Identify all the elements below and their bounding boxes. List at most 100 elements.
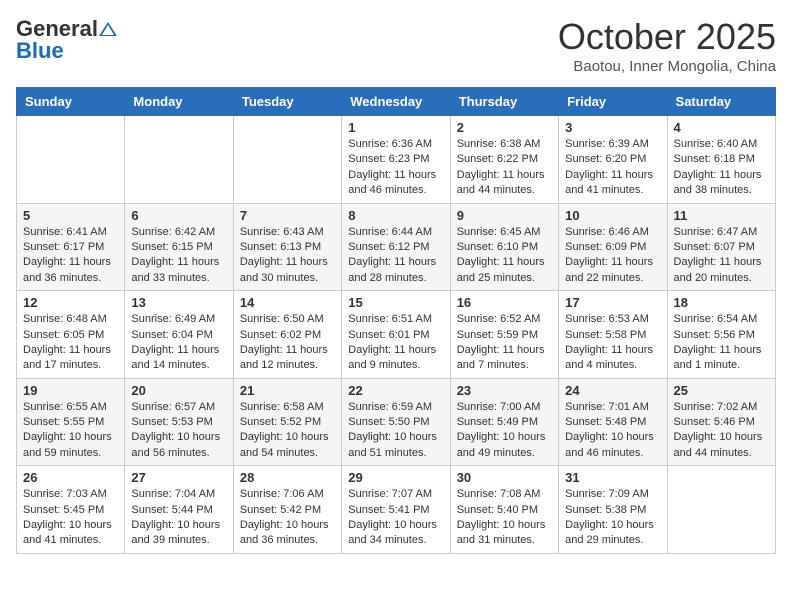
- day-number: 25: [674, 383, 769, 398]
- calendar-cell: 23 Sunrise: 7:00 AMSunset: 5:49 PMDayligh…: [450, 378, 558, 466]
- month-title: October 2025: [558, 16, 776, 58]
- calendar-cell: 17 Sunrise: 6:53 AMSunset: 5:58 PMDayligh…: [559, 291, 667, 379]
- calendar-cell: 20 Sunrise: 6:57 AMSunset: 5:53 PMDayligh…: [125, 378, 233, 466]
- day-number: 23: [457, 383, 552, 398]
- calendar-week-row: 12 Sunrise: 6:48 AMSunset: 6:05 PMDayligh…: [17, 291, 776, 379]
- day-number: 18: [674, 295, 769, 310]
- day-info: Sunrise: 6:50 AMSunset: 6:02 PMDaylight:…: [240, 312, 335, 374]
- calendar-cell: [233, 116, 341, 204]
- calendar-cell: [667, 466, 775, 554]
- calendar-header-row: Sunday Monday Tuesday Wednesday Thursday…: [17, 88, 776, 116]
- calendar-cell: 25 Sunrise: 7:02 AMSunset: 5:46 PMDayligh…: [667, 378, 775, 466]
- day-info: Sunrise: 6:48 AMSunset: 6:05 PMDaylight:…: [23, 312, 118, 374]
- calendar-week-row: 19 Sunrise: 6:55 AMSunset: 5:55 PMDayligh…: [17, 378, 776, 466]
- calendar-cell: 1Sunrise: 6:36 AMSunset: 6:23 PMDaylight…: [342, 116, 450, 204]
- calendar-cell: 4 Sunrise: 6:40 AMSunset: 6:18 PMDaylight…: [667, 116, 775, 204]
- day-info: Sunrise: 7:07 AMSunset: 5:41 PMDaylight:…: [348, 487, 443, 549]
- calendar-cell: 7 Sunrise: 6:43 AMSunset: 6:13 PMDaylight…: [233, 203, 341, 291]
- calendar-cell: 19 Sunrise: 6:55 AMSunset: 5:55 PMDayligh…: [17, 378, 125, 466]
- calendar-cell: 29 Sunrise: 7:07 AMSunset: 5:41 PMDayligh…: [342, 466, 450, 554]
- day-info: Sunrise: 7:06 AMSunset: 5:42 PMDaylight:…: [240, 487, 335, 549]
- calendar-cell: 14Sunrise: 6:50 AMSunset: 6:02 PMDayligh…: [233, 291, 341, 379]
- day-info: Sunrise: 7:01 AMSunset: 5:48 PMDaylight:…: [565, 400, 660, 462]
- day-number: 17: [565, 295, 660, 310]
- day-number: 30: [457, 470, 552, 485]
- day-info: Sunrise: 6:38 AMSunset: 6:22 PMDaylight:…: [457, 137, 552, 199]
- day-info: Sunrise: 6:46 AMSunset: 6:09 PMDaylight:…: [565, 225, 660, 287]
- day-number: 8: [348, 208, 443, 223]
- day-info: Sunrise: 6:59 AMSunset: 5:50 PMDaylight:…: [348, 400, 443, 462]
- day-info: Sunrise: 6:49 AMSunset: 6:04 PMDaylight:…: [131, 312, 226, 374]
- calendar-cell: 24 Sunrise: 7:01 AMSunset: 5:48 PMDayligh…: [559, 378, 667, 466]
- day-info: Sunrise: 6:55 AMSunset: 5:55 PMDaylight:…: [23, 400, 118, 462]
- day-number: 7: [240, 208, 335, 223]
- subtitle: Baotou, Inner Mongolia, China: [558, 58, 776, 75]
- calendar-cell: 21Sunrise: 6:58 AMSunset: 5:52 PMDayligh…: [233, 378, 341, 466]
- day-number: 13: [131, 295, 226, 310]
- day-number: 3: [565, 120, 660, 135]
- calendar-week-row: 1Sunrise: 6:36 AMSunset: 6:23 PMDaylight…: [17, 116, 776, 204]
- calendar-cell: 10 Sunrise: 6:46 AMSunset: 6:09 PMDayligh…: [559, 203, 667, 291]
- day-number: 27: [131, 470, 226, 485]
- calendar-cell: 6Sunrise: 6:42 AMSunset: 6:15 PMDaylight…: [125, 203, 233, 291]
- calendar-week-row: 5 Sunrise: 6:41 AMSunset: 6:17 PMDaylight…: [17, 203, 776, 291]
- day-info: Sunrise: 6:57 AMSunset: 5:53 PMDaylight:…: [131, 400, 226, 462]
- day-info: Sunrise: 7:02 AMSunset: 5:46 PMDaylight:…: [674, 400, 769, 462]
- day-number: 12: [23, 295, 118, 310]
- day-info: Sunrise: 6:52 AMSunset: 5:59 PMDaylight:…: [457, 312, 552, 374]
- calendar-cell: 2 Sunrise: 6:38 AMSunset: 6:22 PMDaylight…: [450, 116, 558, 204]
- logo-blue-text: Blue: [16, 38, 64, 64]
- calendar-cell: 22 Sunrise: 6:59 AMSunset: 5:50 PMDayligh…: [342, 378, 450, 466]
- day-info: Sunrise: 6:40 AMSunset: 6:18 PMDaylight:…: [674, 137, 769, 199]
- calendar-cell: [17, 116, 125, 204]
- day-number: 29: [348, 470, 443, 485]
- calendar-week-row: 26 Sunrise: 7:03 AMSunset: 5:45 PMDayligh…: [17, 466, 776, 554]
- day-number: 21: [240, 383, 335, 398]
- header-wednesday: Wednesday: [342, 88, 450, 116]
- day-info: Sunrise: 6:54 AMSunset: 5:56 PMDaylight:…: [674, 312, 769, 374]
- page-header: General Blue October 2025 Baotou, Inner …: [16, 16, 776, 75]
- day-info: Sunrise: 6:39 AMSunset: 6:20 PMDaylight:…: [565, 137, 660, 199]
- day-number: 19: [23, 383, 118, 398]
- header-tuesday: Tuesday: [233, 88, 341, 116]
- header-saturday: Saturday: [667, 88, 775, 116]
- day-info: Sunrise: 6:51 AMSunset: 6:01 PMDaylight:…: [348, 312, 443, 374]
- header-sunday: Sunday: [17, 88, 125, 116]
- day-info: Sunrise: 7:04 AMSunset: 5:44 PMDaylight:…: [131, 487, 226, 549]
- day-info: Sunrise: 7:00 AMSunset: 5:49 PMDaylight:…: [457, 400, 552, 462]
- calendar-cell: 16 Sunrise: 6:52 AMSunset: 5:59 PMDayligh…: [450, 291, 558, 379]
- day-number: 1: [348, 120, 443, 135]
- logo-icon: [99, 20, 117, 38]
- calendar-cell: 30Sunrise: 7:08 AMSunset: 5:40 PMDayligh…: [450, 466, 558, 554]
- day-number: 11: [674, 208, 769, 223]
- calendar-cell: 9Sunrise: 6:45 AMSunset: 6:10 PMDaylight…: [450, 203, 558, 291]
- calendar-cell: [125, 116, 233, 204]
- day-number: 5: [23, 208, 118, 223]
- day-info: Sunrise: 6:43 AMSunset: 6:13 PMDaylight:…: [240, 225, 335, 287]
- calendar-cell: 26 Sunrise: 7:03 AMSunset: 5:45 PMDayligh…: [17, 466, 125, 554]
- calendar-cell: 18 Sunrise: 6:54 AMSunset: 5:56 PMDayligh…: [667, 291, 775, 379]
- calendar-cell: 8Sunrise: 6:44 AMSunset: 6:12 PMDaylight…: [342, 203, 450, 291]
- day-number: 2: [457, 120, 552, 135]
- day-info: Sunrise: 6:53 AMSunset: 5:58 PMDaylight:…: [565, 312, 660, 374]
- day-number: 22: [348, 383, 443, 398]
- calendar-cell: 31Sunrise: 7:09 AMSunset: 5:38 PMDayligh…: [559, 466, 667, 554]
- day-info: Sunrise: 6:47 AMSunset: 6:07 PMDaylight:…: [674, 225, 769, 287]
- calendar-cell: 27 Sunrise: 7:04 AMSunset: 5:44 PMDayligh…: [125, 466, 233, 554]
- logo: General Blue: [16, 16, 117, 64]
- day-info: Sunrise: 6:45 AMSunset: 6:10 PMDaylight:…: [457, 225, 552, 287]
- day-info: Sunrise: 7:03 AMSunset: 5:45 PMDaylight:…: [23, 487, 118, 549]
- day-info: Sunrise: 7:09 AMSunset: 5:38 PMDaylight:…: [565, 487, 660, 549]
- day-number: 10: [565, 208, 660, 223]
- day-info: Sunrise: 6:42 AMSunset: 6:15 PMDaylight:…: [131, 225, 226, 287]
- day-number: 4: [674, 120, 769, 135]
- day-number: 24: [565, 383, 660, 398]
- day-number: 20: [131, 383, 226, 398]
- day-info: Sunrise: 6:41 AMSunset: 6:17 PMDaylight:…: [23, 225, 118, 287]
- calendar-table: Sunday Monday Tuesday Wednesday Thursday…: [16, 87, 776, 554]
- calendar-cell: 28Sunrise: 7:06 AMSunset: 5:42 PMDayligh…: [233, 466, 341, 554]
- day-number: 16: [457, 295, 552, 310]
- day-number: 15: [348, 295, 443, 310]
- day-number: 26: [23, 470, 118, 485]
- header-friday: Friday: [559, 88, 667, 116]
